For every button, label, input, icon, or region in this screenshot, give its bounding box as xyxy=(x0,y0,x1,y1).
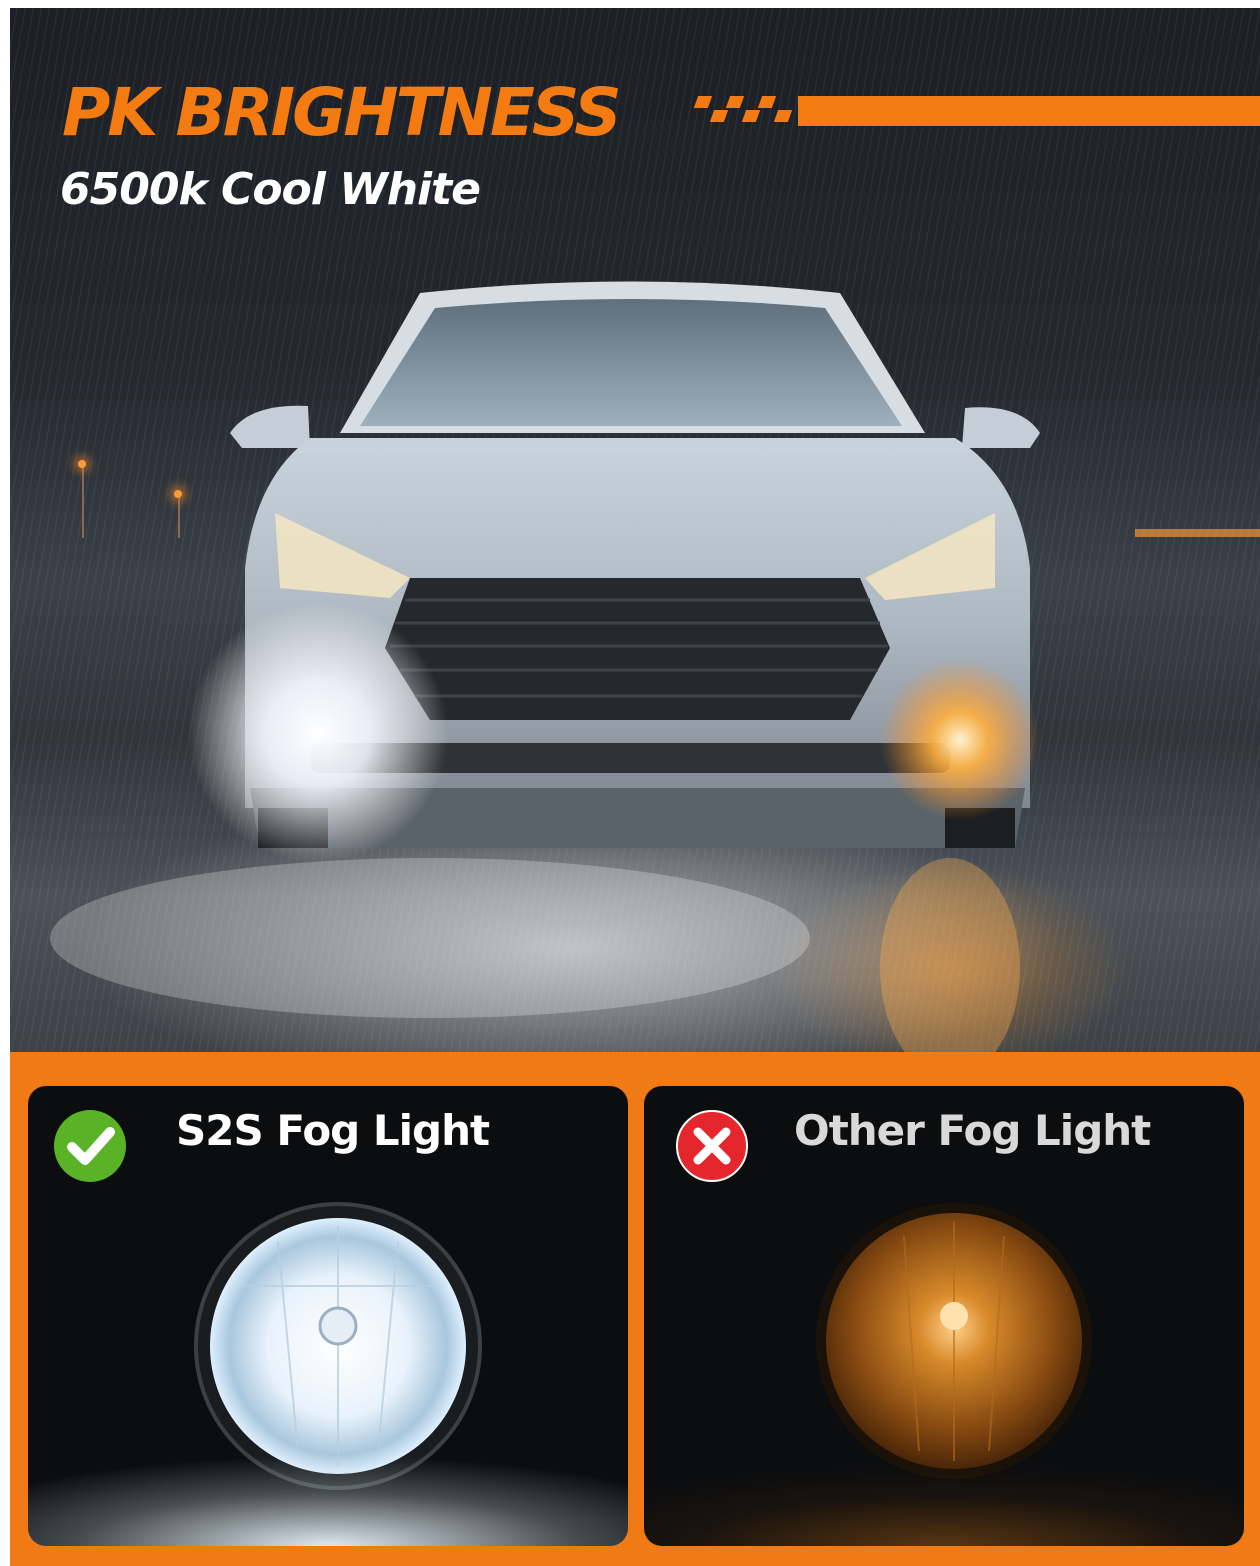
floor-light-glow xyxy=(28,1436,628,1546)
headline: PK BRIGHTNESS xyxy=(62,74,622,151)
subheadline: 6500k Cool White xyxy=(60,164,481,215)
checker-accent-stripe xyxy=(688,88,1260,134)
other-fog-light-panel: Other Fog Light xyxy=(644,1086,1244,1546)
s2s-fog-light-panel: S2S Fog Light xyxy=(28,1086,628,1546)
hero-banner: PK BRIGHTNESS 6500k Cool White xyxy=(10,8,1260,1052)
other-fog-light-title: Other Fog Light xyxy=(794,1106,1151,1155)
check-icon xyxy=(54,1110,126,1182)
x-icon xyxy=(676,1110,748,1182)
comparison-section: S2S Fog Light Other Fog Light xyxy=(10,1052,1260,1566)
s2s-fog-light-title: S2S Fog Light xyxy=(176,1106,490,1155)
floor-light-glow xyxy=(644,1436,1244,1546)
